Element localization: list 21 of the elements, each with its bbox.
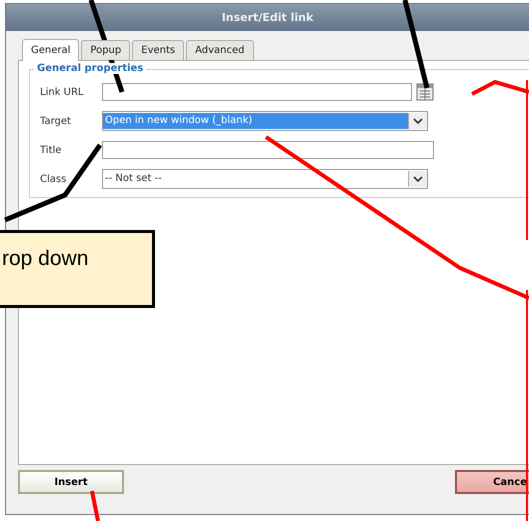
input-field[interactable] (102, 141, 434, 159)
field-label: Class (40, 174, 68, 184)
callout-text: rop down (2, 247, 88, 270)
field-label: Target (40, 116, 72, 126)
tab[interactable]: Popup (81, 40, 130, 60)
tab[interactable]: Advanced (186, 40, 254, 60)
leader-line (90, 490, 100, 521)
cancel-button[interactable]: Cance (455, 470, 529, 494)
insert-button[interactable]: Insert (18, 470, 124, 494)
caret-icon[interactable] (408, 171, 427, 187)
input-field[interactable] (102, 83, 412, 101)
field-label: Link URL (40, 86, 84, 98)
field-label: Title (40, 144, 62, 156)
dropdown[interactable]: -- Not set -- (102, 169, 428, 189)
leader-line (471, 80, 529, 96)
caret-icon[interactable] (408, 113, 427, 129)
group-legend: General properties (34, 63, 146, 74)
browse-icon[interactable] (416, 83, 434, 101)
tab[interactable]: General (22, 39, 80, 61)
tab[interactable]: Events (132, 40, 184, 60)
window-title: Insert/Edit link (222, 11, 314, 24)
